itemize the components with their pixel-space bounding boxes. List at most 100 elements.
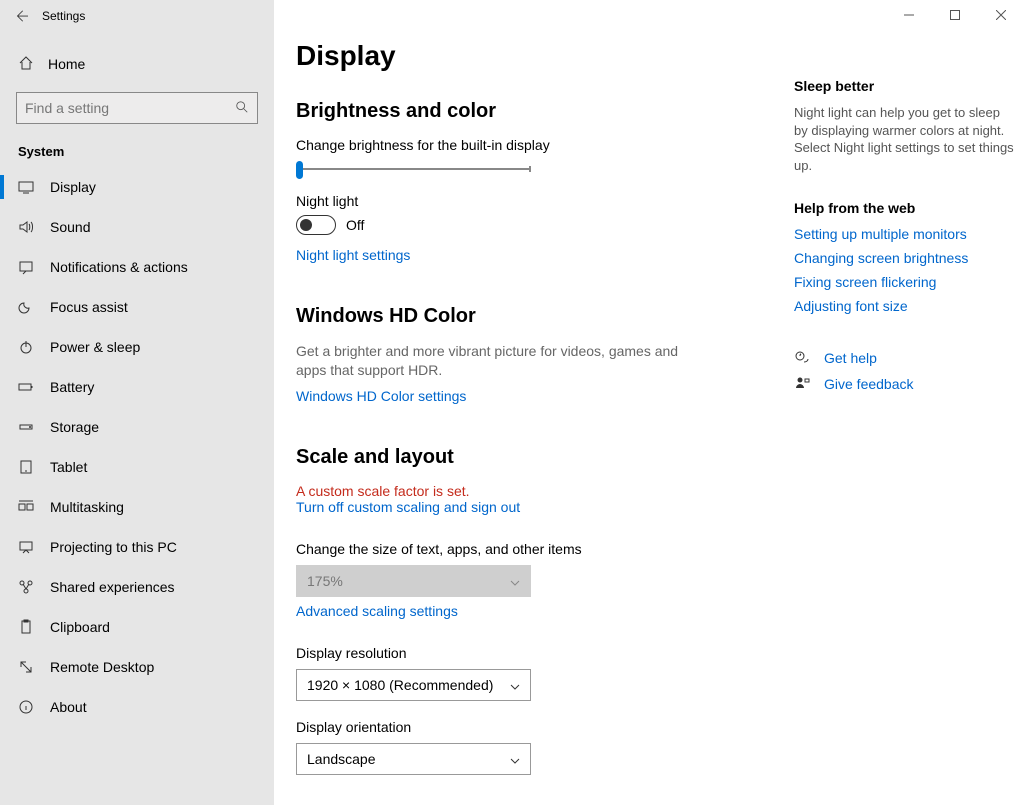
nav-label: Focus assist (50, 299, 128, 315)
nav-sound[interactable]: Sound (0, 207, 274, 247)
slider-track (299, 168, 531, 170)
power-icon (18, 339, 34, 355)
orientation-label: Display orientation (296, 719, 794, 735)
brightness-slider-label: Change brightness for the built-in displ… (296, 137, 794, 153)
chevron-down-icon (510, 573, 520, 589)
night-light-settings-link[interactable]: Night light settings (296, 247, 410, 263)
nav-projecting[interactable]: Projecting to this PC (0, 527, 274, 567)
sound-icon (18, 219, 34, 235)
scale-warning: A custom scale factor is set. (296, 483, 794, 499)
nav-clipboard[interactable]: Clipboard (0, 607, 274, 647)
chevron-down-icon (510, 677, 520, 693)
nav-label: Multitasking (50, 499, 124, 515)
nav-label: Sound (50, 219, 90, 235)
nav-about[interactable]: About (0, 687, 274, 727)
night-light-label: Night light (296, 193, 794, 209)
settings-window: Settings Home System Display (0, 0, 1024, 805)
resolution-dropdown[interactable]: 1920 × 1080 (Recommended) (296, 669, 531, 701)
nav-focus-assist[interactable]: Focus assist (0, 287, 274, 327)
nav-multitasking[interactable]: Multitasking (0, 487, 274, 527)
nav-shared-experiences[interactable]: Shared experiences (0, 567, 274, 607)
orientation-dropdown[interactable]: Landscape (296, 743, 531, 775)
search-box[interactable] (16, 92, 258, 124)
hdcolor-section: Windows HD Color Get a brighter and more… (296, 305, 794, 412)
help-link-brightness[interactable]: Changing screen brightness (794, 250, 1014, 266)
turn-off-scaling-link[interactable]: Turn off custom scaling and sign out (296, 499, 520, 515)
tablet-icon (18, 459, 34, 475)
nav-remote-desktop[interactable]: Remote Desktop (0, 647, 274, 687)
feedback-icon (794, 376, 810, 392)
nav-power-sleep[interactable]: Power & sleep (0, 327, 274, 367)
search-input[interactable] (17, 93, 257, 123)
orientation-value: Landscape (307, 751, 376, 767)
minimize-button[interactable] (886, 0, 932, 30)
sidebar: Settings Home System Display (0, 0, 274, 805)
content-area: Display Brightness and color Change brig… (274, 0, 1024, 805)
night-light-toggle-row: Off (296, 215, 794, 235)
close-button[interactable] (978, 0, 1024, 30)
sleep-better-desc: Night light can help you get to sleep by… (794, 104, 1014, 174)
nav-label: Power & sleep (50, 339, 140, 355)
resolution-value: 1920 × 1080 (Recommended) (307, 677, 493, 693)
back-button[interactable] (0, 0, 42, 32)
night-light-toggle[interactable] (296, 215, 336, 235)
window-title: Settings (42, 9, 85, 23)
storage-icon (18, 419, 34, 435)
multitasking-icon (18, 499, 34, 515)
clipboard-icon (18, 619, 34, 635)
hdcolor-heading: Windows HD Color (296, 305, 794, 328)
nav-battery[interactable]: Battery (0, 367, 274, 407)
search-icon (235, 100, 249, 117)
night-light-state: Off (346, 217, 364, 233)
about-icon (18, 699, 34, 715)
remote-desktop-icon (18, 659, 34, 675)
focus-assist-icon (18, 299, 34, 315)
help-web-heading: Help from the web (794, 200, 1014, 216)
hdcolor-desc: Get a brighter and more vibrant picture … (296, 342, 706, 380)
nav-label: Notifications & actions (50, 259, 188, 275)
notifications-icon (18, 259, 34, 275)
sleep-better-heading: Sleep better (794, 78, 1014, 94)
nav-label: Remote Desktop (50, 659, 154, 675)
battery-icon (18, 379, 34, 395)
window-controls (886, 0, 1024, 30)
give-feedback-row[interactable]: Give feedback (794, 376, 1014, 392)
shared-experiences-icon (18, 579, 34, 595)
nav-tablet[interactable]: Tablet (0, 447, 274, 487)
home-nav[interactable]: Home (0, 44, 274, 84)
nav-storage[interactable]: Storage (0, 407, 274, 447)
section-heading: System (0, 124, 274, 167)
text-size-label: Change the size of text, apps, and other… (296, 541, 794, 557)
text-size-value: 175% (307, 573, 343, 589)
brightness-slider[interactable] (296, 161, 531, 179)
nav-notifications[interactable]: Notifications & actions (0, 247, 274, 287)
home-icon (18, 55, 34, 74)
main-content: Display Brightness and color Change brig… (274, 0, 794, 805)
get-help-icon (794, 350, 810, 366)
nav-label: Storage (50, 419, 99, 435)
display-icon (18, 179, 34, 195)
scale-section: Scale and layout A custom scale factor i… (296, 446, 794, 775)
get-help-row[interactable]: Get help (794, 350, 1014, 366)
nav-label: Projecting to this PC (50, 539, 177, 555)
help-link-fontsize[interactable]: Adjusting font size (794, 298, 1014, 314)
home-label: Home (48, 56, 85, 72)
help-link-monitors[interactable]: Setting up multiple monitors (794, 226, 1014, 242)
brightness-heading: Brightness and color (296, 100, 794, 123)
nav-label: Tablet (50, 459, 87, 475)
nav-label: Display (50, 179, 96, 195)
nav-label: Battery (50, 379, 94, 395)
help-link-flickering[interactable]: Fixing screen flickering (794, 274, 1014, 290)
search-container (0, 92, 274, 124)
nav-list: Display Sound Notifications & actions Fo… (0, 167, 274, 805)
give-feedback-link[interactable]: Give feedback (824, 376, 914, 392)
hdcolor-settings-link[interactable]: Windows HD Color settings (296, 388, 466, 404)
brightness-section: Brightness and color Change brightness f… (296, 100, 794, 271)
nav-label: Clipboard (50, 619, 110, 635)
advanced-scaling-link[interactable]: Advanced scaling settings (296, 603, 458, 619)
maximize-button[interactable] (932, 0, 978, 30)
resolution-label: Display resolution (296, 645, 794, 661)
get-help-link[interactable]: Get help (824, 350, 877, 366)
slider-thumb[interactable] (296, 161, 303, 179)
nav-display[interactable]: Display (0, 167, 274, 207)
